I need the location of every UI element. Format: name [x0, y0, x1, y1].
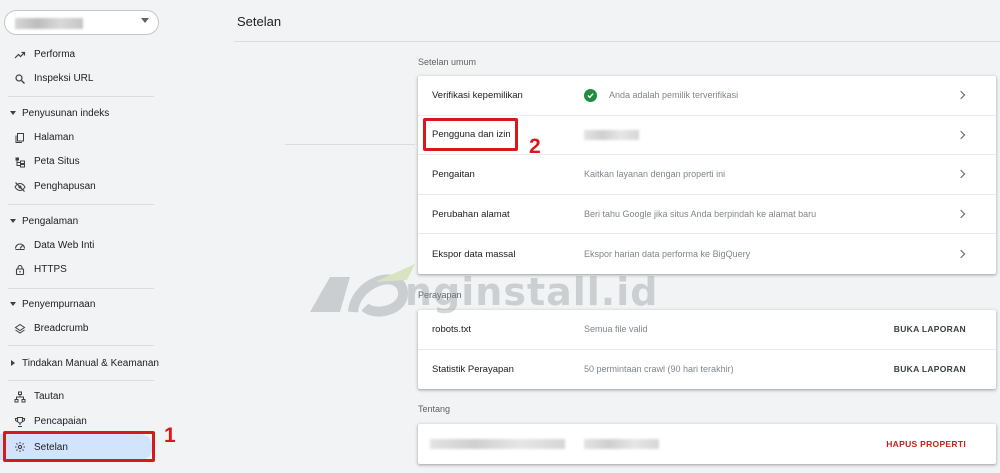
sidebar-item-label: Pencapaian [34, 416, 87, 427]
step-number-1: 1 [164, 424, 176, 447]
row-value: Ekspor harian data performa ke BigQuery [584, 249, 751, 260]
links-icon [13, 390, 26, 403]
row-perubahan-alamat[interactable]: Perubahan alamat Beri tahu Google jika s… [418, 195, 996, 235]
search-icon [13, 72, 26, 85]
header-divider [234, 41, 1000, 42]
row-label: Verifikasi kepemilikan [432, 89, 523, 101]
delete-property-button[interactable]: HAPUS PROPERTI [886, 439, 966, 449]
caret-down-icon [10, 302, 16, 306]
sidebar-item-https[interactable]: HTTPS [0, 257, 168, 282]
divider [8, 380, 154, 381]
divider [8, 204, 154, 205]
lock-icon [13, 263, 26, 276]
sidebar-item-setelan[interactable]: Setelan [0, 434, 153, 460]
section-penyusunan-indeks[interactable]: Penyusunan indeks [0, 104, 168, 122]
trending-up-icon [13, 48, 26, 61]
sidebar-item-halaman[interactable]: Halaman [0, 125, 168, 150]
row-pengguna-dan-izin[interactable]: Pengguna dan izin [418, 116, 996, 156]
row-label: Pengaitan [432, 168, 475, 180]
section-penyempurnaan[interactable]: Penyempurnaan [0, 295, 168, 313]
section-title-crawl: Perayapan [418, 290, 462, 300]
about-card: HAPUS PROPERTI [418, 424, 996, 464]
open-report-button[interactable]: BUKA LAPORAN [894, 364, 966, 374]
sidebar-item-inspeksi-url[interactable]: Inspeksi URL [0, 66, 168, 91]
sidebar-item-breadcrumb[interactable]: Breadcrumb [0, 316, 168, 341]
section-pengalaman[interactable]: Pengalaman [0, 212, 168, 230]
sidebar-item-label: Tautan [34, 391, 65, 402]
property-name-redacted [15, 18, 83, 29]
step-number-2: 2 [529, 135, 541, 158]
general-settings-card: Verifikasi kepemilikan Anda adalah pemil… [418, 76, 996, 274]
row-ekspor-data-massal[interactable]: Ekspor data massal Ekspor harian data pe… [418, 234, 996, 274]
chevron-right-icon [956, 170, 966, 179]
background-line [285, 144, 415, 145]
divider [8, 96, 154, 97]
sidebar: Performa Inspeksi URL Penyusunan indeks … [0, 0, 168, 473]
redacted-value [584, 129, 639, 140]
divider [8, 288, 154, 289]
sitemap-icon [13, 155, 26, 168]
sidebar-item-pencapaian[interactable]: Pencapaian [0, 409, 168, 434]
caret-down-icon [10, 219, 16, 223]
open-report-button[interactable]: BUKA LAPORAN [894, 324, 966, 334]
caret-right-icon [11, 360, 15, 366]
chevron-right-icon [956, 130, 966, 140]
sidebar-item-data-web-inti[interactable]: Data Web Inti [0, 233, 168, 258]
sidebar-item-performa[interactable]: Performa [0, 42, 168, 67]
sidebar-item-label: Inspeksi URL [34, 73, 94, 84]
row-robots-txt: robots.txt Semua file valid BUKA LAPORAN [418, 310, 996, 350]
sidebar-item-label: Setelan [34, 441, 68, 453]
row-label: Perubahan alamat [432, 208, 510, 220]
sidebar-item-label: Halaman [34, 132, 75, 143]
trophy-icon [13, 415, 26, 428]
gauge-icon [13, 239, 26, 252]
sidebar-item-label: HTTPS [34, 264, 67, 275]
section-label: Penyempurnaan [22, 298, 96, 310]
row-verifikasi-kepemilikan[interactable]: Verifikasi kepemilikan Anda adalah pemil… [418, 76, 996, 116]
chevron-right-icon [956, 209, 966, 219]
sidebar-item-penghapusan[interactable]: Penghapusan [0, 174, 168, 199]
redacted-property-value [584, 439, 659, 449]
layers-icon [13, 322, 26, 335]
row-value: Semua file valid [584, 324, 648, 335]
row-value: Beri tahu Google jika situs Anda berpind… [584, 209, 817, 220]
sidebar-item-label: Peta Situs [34, 156, 80, 167]
section-label: Pengalaman [22, 215, 79, 227]
section-label: Tindakan Manual & Keamanan [22, 357, 159, 369]
row-value: 50 permintaan crawl (90 hari terakhir) [584, 364, 734, 375]
gear-icon [13, 441, 26, 454]
chevron-right-icon [956, 249, 966, 259]
property-selector[interactable] [4, 10, 159, 35]
row-about: HAPUS PROPERTI [418, 424, 996, 464]
sidebar-item-label: Penghapusan [34, 181, 96, 192]
sidebar-item-peta-situs[interactable]: Peta Situs [0, 149, 168, 174]
row-label: Ekspor data massal [432, 248, 516, 260]
divider [8, 345, 154, 346]
chevron-right-icon [956, 91, 966, 100]
section-title-general: Setelan umum [418, 57, 477, 67]
section-title-about: Tentang [418, 404, 451, 414]
sidebar-item-label: Performa [34, 49, 76, 60]
section-tindakan-manual[interactable]: Tindakan Manual & Keamanan [0, 354, 168, 372]
chevron-down-icon [141, 18, 149, 23]
section-label: Penyusunan indeks [22, 107, 110, 119]
row-value: Kaitkan layanan dengan properti ini [584, 169, 726, 180]
page-title: Setelan [237, 14, 282, 29]
caret-down-icon [10, 111, 16, 115]
check-circle-icon [584, 88, 597, 102]
crawl-card: robots.txt Semua file valid BUKA LAPORAN… [418, 310, 996, 389]
row-label: Statistik Perayapan [432, 363, 514, 375]
row-label: robots.txt [432, 323, 472, 335]
sidebar-item-label: Data Web Inti [34, 240, 95, 251]
pages-icon [13, 131, 26, 144]
row-value: Anda adalah pemilik terverifikasi [609, 90, 739, 101]
row-label: Pengguna dan izin [432, 129, 511, 141]
sidebar-item-tautan[interactable]: Tautan [0, 384, 168, 409]
row-statistik-perayapan: Statistik Perayapan 50 permintaan crawl … [418, 350, 996, 390]
redacted-property-info [430, 439, 565, 449]
removal-icon [13, 180, 26, 193]
sidebar-item-label: Breadcrumb [34, 323, 89, 334]
row-pengaitan[interactable]: Pengaitan Kaitkan layanan dengan propert… [418, 155, 996, 195]
